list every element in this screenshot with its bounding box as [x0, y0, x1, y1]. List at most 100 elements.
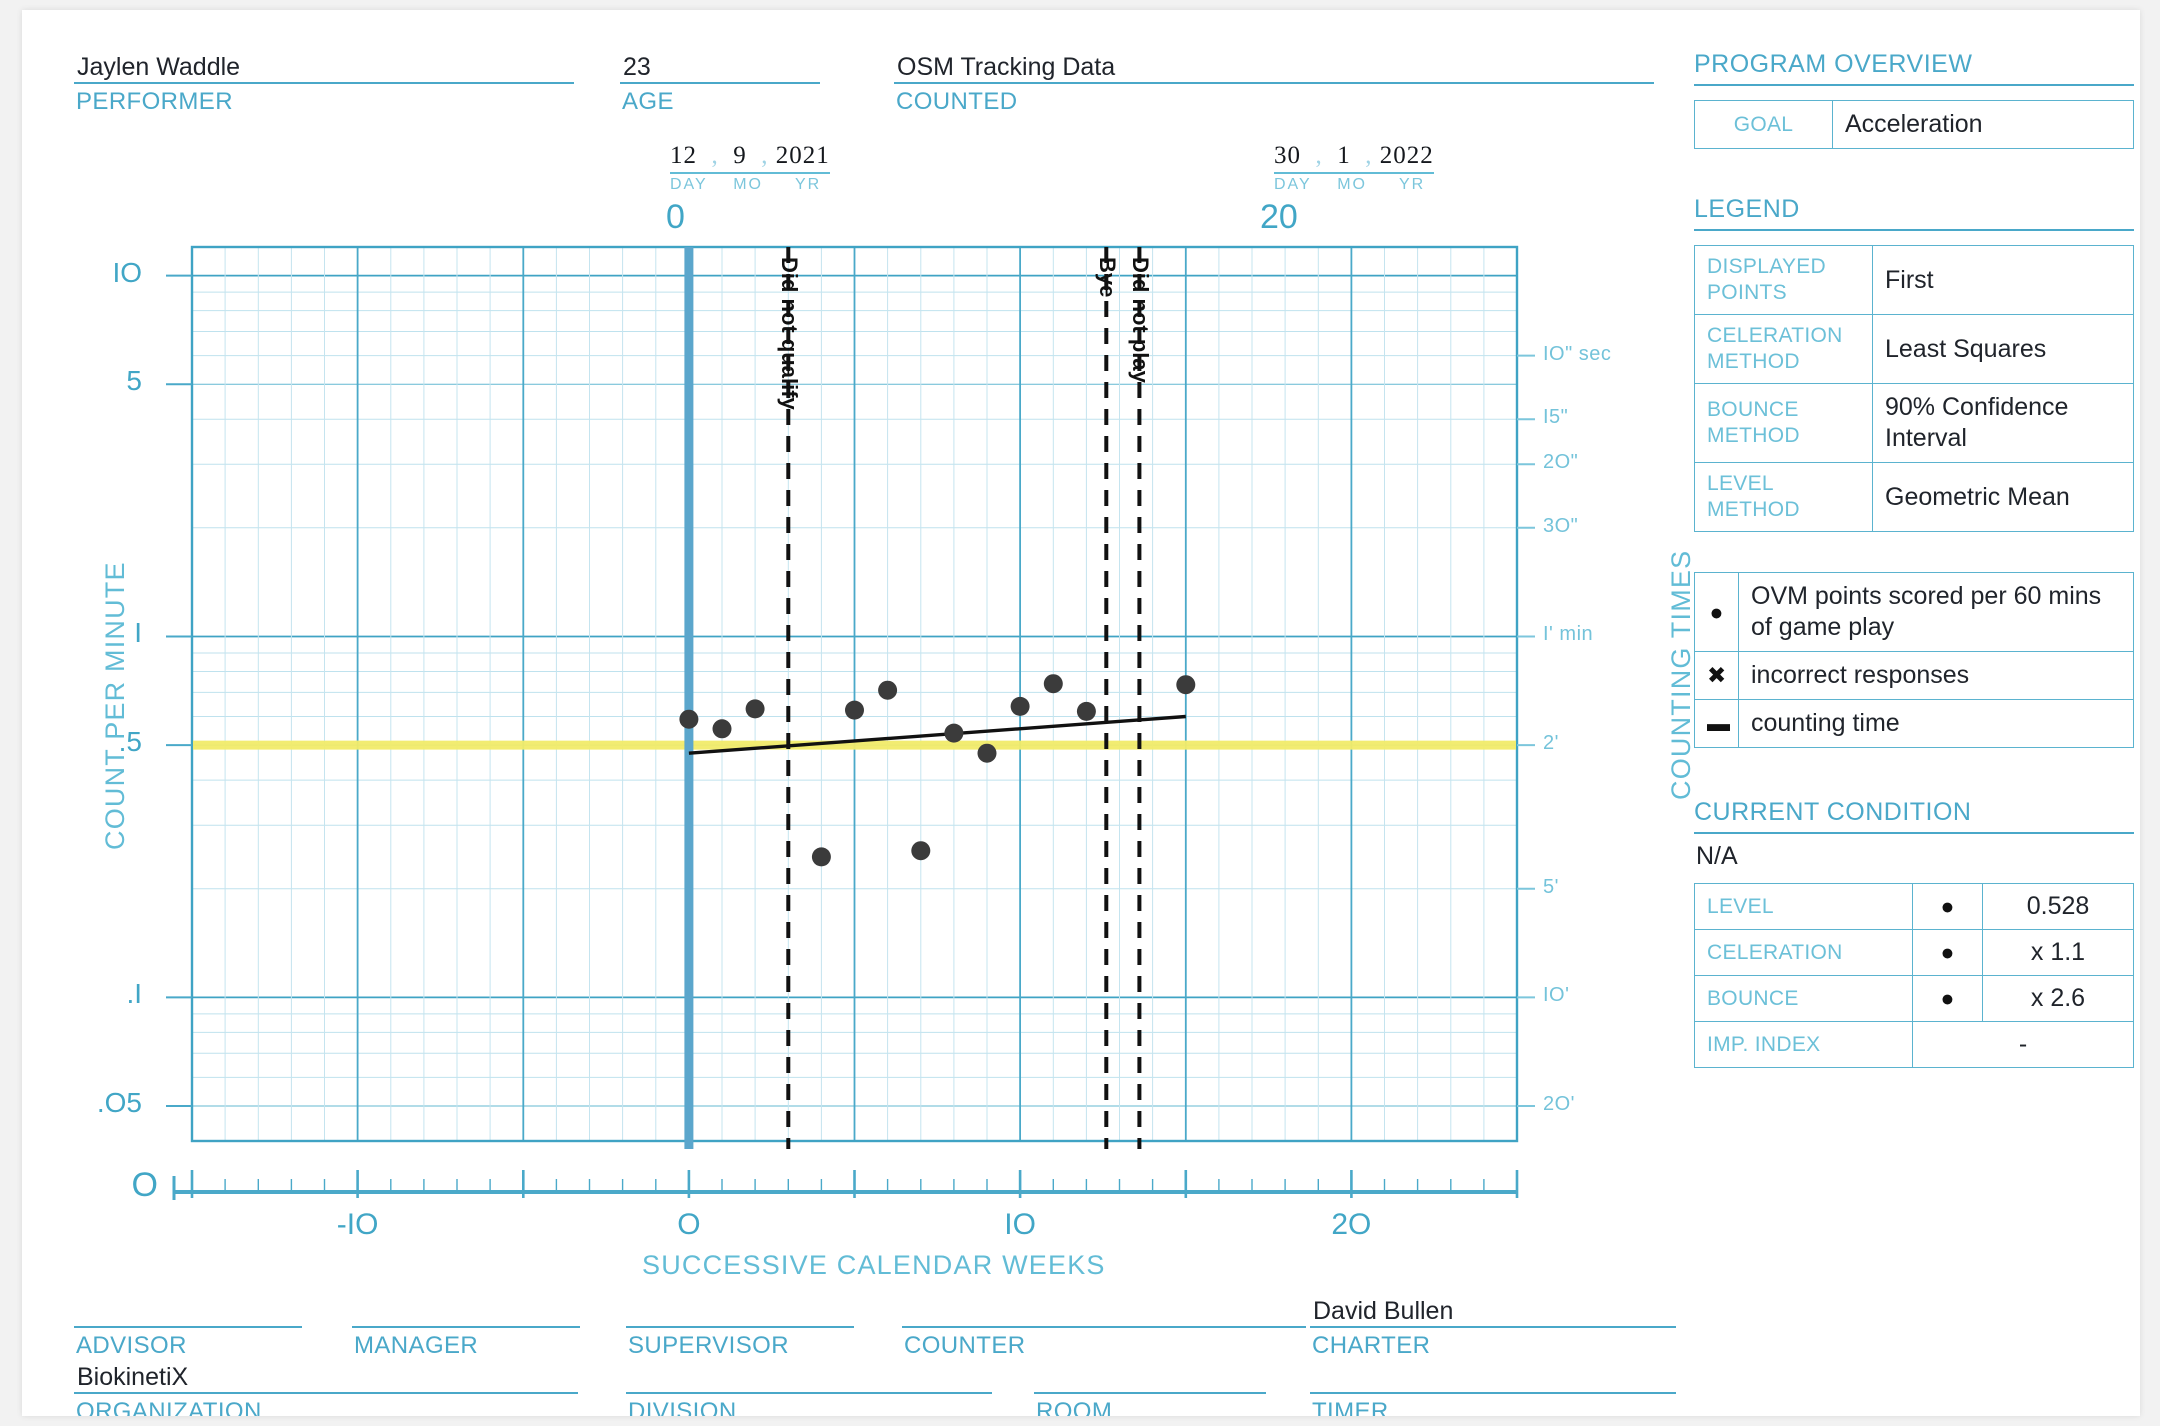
y-axis-tick-label: 5 [126, 365, 142, 397]
counting-time-label: 2O' [1543, 1093, 1575, 1116]
advisor-value [74, 1296, 302, 1328]
manager-field[interactable]: MANAGER [352, 1296, 580, 1360]
y2-axis-title: COUNTING TIMES [1666, 549, 1696, 800]
level-method-value[interactable]: Geometric Mean [1872, 462, 2134, 532]
counting-time-label: I5" [1543, 406, 1569, 429]
y-axis-title: COUNT PER MINUTE [100, 561, 130, 850]
data-point[interactable] [1076, 701, 1096, 721]
bounce-symbol-icon: ● [1912, 975, 1983, 1022]
phase-line-label: Bye [1095, 257, 1121, 298]
organization-value: BiokinetiX [74, 1362, 578, 1394]
organization-field[interactable]: BiokinetiX ORGANIZATION [74, 1362, 578, 1416]
table-row: ✖ incorrect responses [1694, 651, 2134, 700]
data-point[interactable] [1043, 674, 1063, 694]
supervisor-field[interactable]: SUPERVISOR [626, 1296, 854, 1360]
legend-table: DISPLAYED POINTS First CELERATION METHOD… [1694, 245, 2134, 532]
table-row: BOUNCE METHOD 90% Confidence Interval [1694, 383, 2134, 463]
chart-page: Jaylen Waddle PERFORMER 23 AGE OSM Track… [22, 10, 2140, 1416]
x-symbol-text: incorrect responses [1738, 651, 2134, 700]
room-label: ROOM [1036, 1398, 1113, 1416]
dash-symbol-icon: ▬ [1694, 699, 1739, 748]
counting-time-label: IO" sec [1543, 342, 1612, 365]
counting-time-label: 2' [1543, 732, 1559, 755]
charter-value: David Bullen [1310, 1296, 1676, 1328]
standard-celeration-chart[interactable] [22, 10, 1682, 1310]
counting-time-label: 2O" [1543, 451, 1579, 474]
room-field[interactable]: ROOM [1034, 1362, 1266, 1416]
division-label: DIVISION [628, 1398, 737, 1416]
data-point[interactable] [977, 743, 997, 763]
y-axis-tick-label: I [134, 617, 142, 649]
table-row: BOUNCE ● x 2.6 [1694, 975, 2134, 1022]
level-method-key: LEVEL METHOD [1694, 462, 1873, 532]
current-condition-table: LEVEL ● 0.528 CELERATION ● x 1.1 BOUNCE … [1694, 883, 2134, 1068]
division-value [626, 1362, 992, 1394]
celeration-key: CELERATION [1694, 929, 1913, 976]
advisor-field[interactable]: ADVISOR [74, 1296, 302, 1360]
data-point[interactable] [712, 719, 732, 739]
data-point[interactable] [679, 709, 699, 729]
imp-index-value: - [1912, 1021, 2134, 1068]
counter-field[interactable]: COUNTER [902, 1296, 1306, 1360]
supervisor-label: SUPERVISOR [628, 1332, 789, 1359]
imp-index-key: IMP. INDEX [1694, 1021, 1913, 1068]
charter-field[interactable]: David Bullen CHARTER [1310, 1296, 1676, 1360]
table-row: CELERATION METHOD Least Squares [1694, 314, 2134, 384]
data-point[interactable] [911, 841, 931, 861]
bounce-method-key: BOUNCE METHOD [1694, 383, 1873, 463]
data-point[interactable] [845, 700, 864, 720]
level-symbol-icon: ● [1912, 883, 1983, 930]
goal-key: GOAL [1694, 100, 1833, 149]
phase-line-label: Did not play [1128, 257, 1154, 383]
level-key: LEVEL [1694, 883, 1913, 930]
x-symbol-icon: ✖ [1694, 651, 1739, 700]
table-row: ● OVM points scored per 60 mins of game … [1694, 572, 2134, 652]
data-point[interactable] [811, 847, 831, 867]
legend-title: LEGEND [1694, 195, 2134, 231]
x-axis-title: SUCCESSIVE CALENDAR WEEKS [642, 1250, 1106, 1280]
data-point[interactable] [1176, 675, 1196, 695]
advisor-label: ADVISOR [76, 1332, 187, 1359]
table-row: DISPLAYED POINTS First [1694, 245, 2134, 315]
counter-value [902, 1296, 1306, 1328]
manager-value [352, 1296, 580, 1328]
counting-time-label: 3O" [1543, 514, 1579, 537]
y-axis-tick-label: .5 [118, 726, 142, 758]
table-row: GOAL Acceleration [1694, 100, 2134, 149]
celeration-method-key: CELERATION METHOD [1694, 314, 1873, 384]
counting-time-label: IO' [1543, 984, 1570, 1007]
supervisor-value [626, 1296, 854, 1328]
table-row: IMP. INDEX - [1694, 1021, 2134, 1068]
table-row: ▬ counting time [1694, 699, 2134, 748]
data-point[interactable] [878, 680, 898, 700]
phase-line-label: Did not qualify [777, 257, 803, 410]
y-axis-tick-label: .O5 [96, 1087, 142, 1119]
celeration-symbol-icon: ● [1912, 929, 1983, 976]
program-overview-title: PROGRAM OVERVIEW [1694, 50, 2134, 86]
bounce-key: BOUNCE [1694, 975, 1913, 1022]
right-panel: PROGRAM OVERVIEW GOAL Acceleration LEGEN… [1694, 50, 2134, 1068]
timer-field[interactable]: TIMER [1310, 1362, 1676, 1416]
timer-label: TIMER [1312, 1398, 1389, 1416]
y-axis-tick-label: IO [112, 256, 142, 288]
division-field[interactable]: DIVISION [626, 1362, 992, 1416]
counting-time-label: I' min [1543, 623, 1594, 646]
bounce-method-value[interactable]: 90% Confidence Interval [1872, 383, 2134, 463]
manager-label: MANAGER [354, 1332, 479, 1359]
data-point[interactable] [944, 723, 964, 743]
celeration-value: x 1.1 [1982, 929, 2134, 976]
data-point[interactable] [1010, 696, 1030, 716]
table-row: LEVEL METHOD Geometric Mean [1694, 462, 2134, 532]
y-axis-zero-label: O [131, 1166, 158, 1204]
data-point[interactable] [745, 699, 765, 719]
celeration-method-value[interactable]: Least Squares [1872, 314, 2134, 384]
bounce-value: x 2.6 [1982, 975, 2134, 1022]
x-axis-tick-label: -IO [336, 1208, 379, 1241]
x-axis-tick-label: 2O [1331, 1208, 1372, 1241]
y-axis-tick-label: .I [126, 978, 142, 1010]
dash-symbol-text: counting time [1738, 699, 2134, 748]
goal-value[interactable]: Acceleration [1832, 100, 2134, 149]
organization-label: ORGANIZATION [76, 1398, 262, 1416]
displayed-points-key: DISPLAYED POINTS [1694, 245, 1873, 315]
displayed-points-value[interactable]: First [1872, 245, 2134, 315]
